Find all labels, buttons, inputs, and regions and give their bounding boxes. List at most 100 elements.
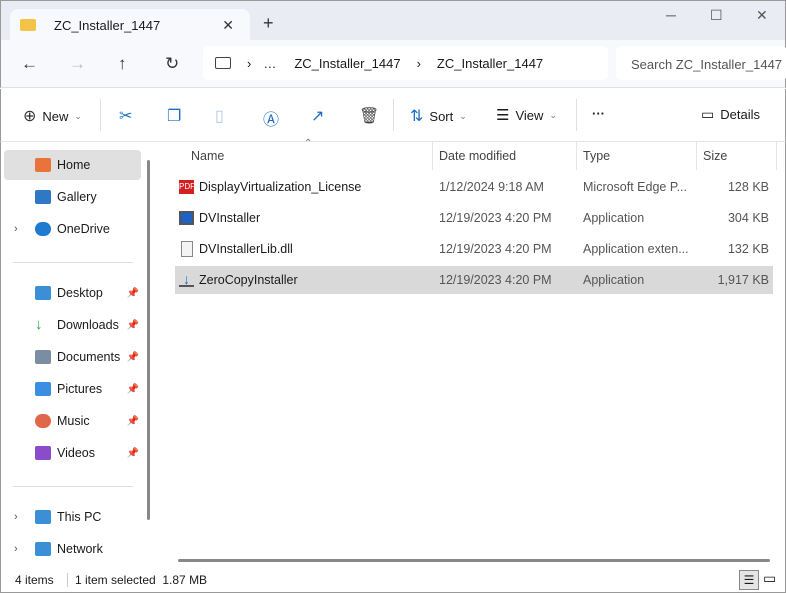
- chevron-right-icon: ›: [247, 55, 252, 71]
- up-button[interactable]: ↑: [118, 54, 127, 74]
- home-icon: [35, 158, 51, 172]
- title-bar: ZC_Installer_1447 ✕ + ─ ☐ ✕: [0, 0, 786, 41]
- command-bar: ⊕ New ⌄ ✂ ❐ ▯ Ⓐ ↗ 🗑 ⇅ Sort ⌄ ☰ View ⌄ ··· ▭ Det…: [0, 89, 786, 142]
- sidebar-label: Pictures: [57, 382, 103, 396]
- pin-icon[interactable]: 📌: [127, 288, 139, 299]
- pin-icon[interactable]: 📌: [127, 352, 139, 363]
- new-button[interactable]: ⊕ New ⌄: [23, 106, 82, 126]
- file-size: 132 KB: [727, 242, 769, 256]
- sidebar-item-gallery[interactable]: Gallery: [4, 182, 141, 212]
- documents-icon: [35, 350, 51, 364]
- sidebar-label: Documents: [57, 350, 121, 364]
- delete-button[interactable]: 🗑: [359, 106, 379, 126]
- file-row[interactable]: DVInstallerLib.dll 12/19/2023 4:20 PM Ap…: [175, 235, 773, 263]
- divider: [13, 262, 133, 263]
- details-pane-icon: ▭: [701, 106, 715, 122]
- details-button[interactable]: ▭ Details: [701, 106, 760, 123]
- gallery-icon: [35, 190, 51, 204]
- chevron-down-icon: ⌄: [74, 110, 82, 121]
- dll-icon: [181, 241, 193, 257]
- column-header-type[interactable]: Type: [577, 142, 697, 170]
- pin-icon[interactable]: 📌: [127, 448, 139, 459]
- sidebar-item-pictures[interactable]: Pictures 📌: [4, 374, 141, 404]
- column-header-date[interactable]: Date modified: [433, 142, 577, 170]
- view-button[interactable]: ☰ View ⌄: [496, 106, 557, 124]
- desktop-icon: [35, 286, 51, 300]
- pdf-icon: PDF: [179, 180, 195, 194]
- chevron-right-icon[interactable]: ›: [14, 223, 18, 235]
- sidebar-label: Home: [57, 158, 91, 172]
- app-icon: [179, 211, 194, 225]
- address-bar[interactable]: › … ZC_Installer_1447 › ZC_Installer_144…: [203, 46, 608, 80]
- sidebar-item-network[interactable]: › Network: [4, 534, 141, 564]
- divider: [576, 99, 577, 131]
- breadcrumb-overflow[interactable]: …: [263, 56, 276, 71]
- sidebar-item-documents[interactable]: Documents 📌: [4, 342, 141, 372]
- more-button[interactable]: ···: [592, 106, 605, 121]
- copy-button[interactable]: ❐: [167, 106, 181, 126]
- breadcrumb-item[interactable]: ZC_Installer_1447: [294, 56, 400, 71]
- computer-icon: [35, 510, 51, 524]
- videos-icon: [35, 446, 51, 460]
- sidebar-item-videos[interactable]: Videos 📌: [4, 438, 141, 468]
- cloud-icon: [35, 222, 51, 236]
- details-view-icon[interactable]: ☰: [739, 570, 759, 590]
- navigation-bar: ← → ↑ ↻ › … ZC_Installer_1447 › ZC_Insta…: [0, 40, 786, 88]
- close-tab-button[interactable]: ✕: [222, 17, 234, 34]
- sidebar-item-music[interactable]: Music 📌: [4, 406, 141, 436]
- minimize-button[interactable]: ─: [666, 7, 676, 23]
- back-button[interactable]: ←: [21, 54, 38, 74]
- search-input[interactable]: Search ZC_Installer_1447: [616, 46, 786, 80]
- file-name: DisplayVirtualization_License: [199, 180, 362, 194]
- new-label: New: [42, 108, 69, 124]
- selection-info: 1 item selected 1.87 MB: [75, 573, 208, 587]
- file-row-selected[interactable]: ↓ ZeroCopyInstaller 12/19/2023 4:20 PM A…: [175, 266, 773, 294]
- file-name: DVInstallerLib.dll: [199, 242, 293, 256]
- forward-button[interactable]: →: [69, 54, 86, 74]
- column-header-size[interactable]: Size: [697, 142, 777, 170]
- sidebar-item-downloads[interactable]: ↓ Downloads 📌: [4, 310, 141, 340]
- file-name: DVInstaller: [199, 211, 261, 225]
- sidebar-item-home[interactable]: Home: [4, 150, 141, 180]
- music-icon: [35, 414, 51, 428]
- pin-icon[interactable]: 📌: [127, 384, 139, 395]
- rename-icon: Ⓐ: [263, 112, 280, 129]
- sidebar-item-desktop[interactable]: Desktop 📌: [4, 278, 141, 308]
- pin-icon[interactable]: 📌: [127, 416, 139, 427]
- horizontal-scrollbar[interactable]: [178, 559, 770, 562]
- sidebar-scrollbar[interactable]: [147, 160, 150, 520]
- installer-icon: ↓: [179, 272, 194, 287]
- chevron-right-icon[interactable]: ›: [14, 543, 18, 555]
- sort-button[interactable]: ⇅ Sort ⌄: [410, 106, 467, 126]
- file-name: ZeroCopyInstaller: [199, 273, 298, 287]
- breadcrumb-item[interactable]: ZC_Installer_1447: [437, 56, 543, 71]
- sort-icon: ⇅: [410, 108, 424, 125]
- file-date: 12/19/2023 4:20 PM: [439, 242, 552, 256]
- paste-button[interactable]: ▯: [215, 106, 224, 126]
- pin-icon[interactable]: 📌: [127, 320, 139, 331]
- plus-circle-icon: ⊕: [23, 108, 37, 125]
- chevron-right-icon[interactable]: ›: [14, 511, 18, 523]
- sidebar-label: Gallery: [57, 190, 97, 204]
- sidebar-label: Network: [57, 542, 103, 556]
- file-row[interactable]: DVInstaller 12/19/2023 4:20 PM Applicati…: [175, 204, 773, 232]
- chevron-down-icon: ⌄: [549, 109, 557, 120]
- close-button[interactable]: ✕: [756, 7, 768, 24]
- share-button[interactable]: ↗: [311, 106, 324, 126]
- file-type: Application: [583, 273, 645, 287]
- sidebar-item-onedrive[interactable]: › OneDrive: [4, 214, 141, 244]
- column-header-name[interactable]: Name: [185, 142, 433, 170]
- maximize-button[interactable]: ☐: [710, 7, 723, 24]
- file-row[interactable]: PDF DisplayVirtualization_License 1/12/2…: [175, 173, 773, 201]
- rename-button[interactable]: Ⓐ: [263, 106, 279, 130]
- clipboard-icon: ▯: [215, 108, 224, 125]
- file-date: 12/19/2023 4:20 PM: [439, 273, 552, 287]
- tab-zc-installer[interactable]: ZC_Installer_1447 ✕: [10, 9, 250, 41]
- refresh-button[interactable]: ↻: [165, 54, 179, 74]
- cut-button[interactable]: ✂: [119, 106, 132, 126]
- sidebar-item-this-pc[interactable]: › This PC: [4, 502, 141, 532]
- tiles-view-icon[interactable]: ▭: [763, 570, 776, 587]
- new-tab-button[interactable]: +: [263, 13, 274, 34]
- view-label: View: [515, 107, 544, 123]
- file-type: Application exten...: [583, 242, 689, 256]
